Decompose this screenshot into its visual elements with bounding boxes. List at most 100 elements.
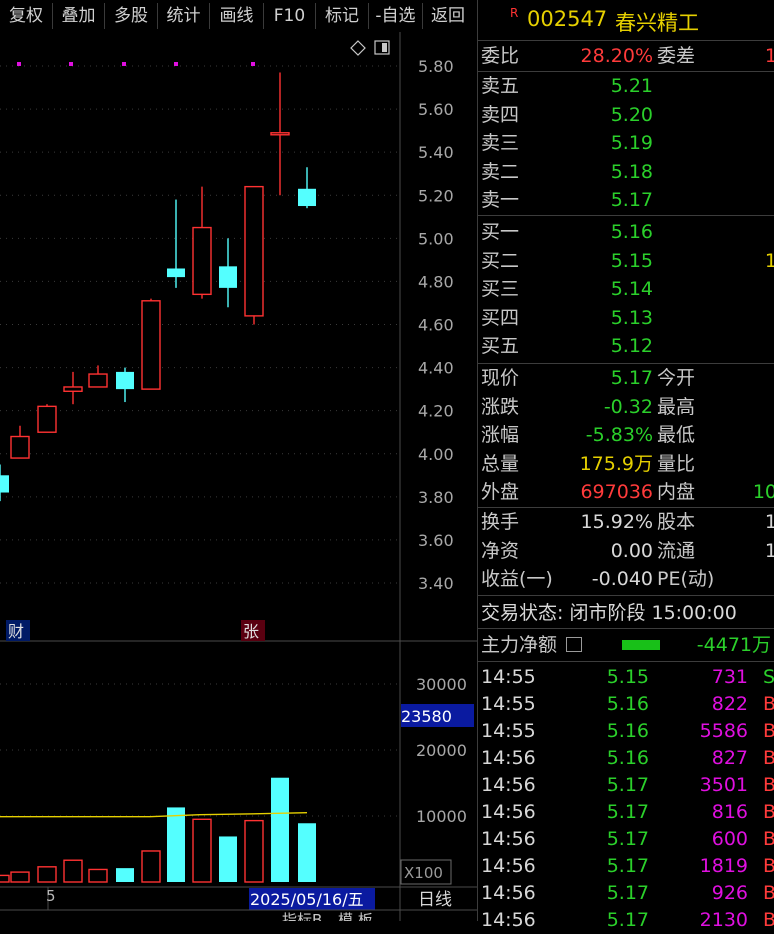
signal-dot [174, 62, 178, 66]
stat2-row: 净资 0.00 流通 1 [481, 539, 774, 562]
candle-up [63, 386, 83, 392]
price-tick-label: 5.40 [418, 143, 454, 162]
volume-tick-label: 30000 [416, 675, 467, 694]
price-tick-label: 3.40 [418, 574, 454, 593]
candle-down [167, 268, 185, 278]
tick-row: 14:56 5.16 827 B [481, 747, 774, 769]
candle-up [244, 185, 264, 317]
quote-panel: R 002547 春兴精工 委比 28.20% 委差 1 卖五 5.21 卖四 5.2… [477, 0, 774, 931]
volume-bar-up [37, 866, 57, 883]
volume-tick-label: 20000 [416, 741, 467, 760]
sell-level-5: 卖五 5.21 [481, 75, 653, 97]
stat2-row: 换手 15.92% 股本 1 [481, 511, 774, 533]
stat-row: 外盘 697036 内盘 10 [481, 481, 774, 504]
weibi-value: 28.20% [580, 45, 653, 67]
volume-bar-up [63, 859, 83, 883]
price-tick-label: 4.80 [418, 272, 454, 291]
stat-row: 涨幅 -5.83% 最低 [481, 424, 696, 447]
date-label: 2025/05/16/五 [250, 890, 364, 909]
candle-down [0, 475, 9, 493]
flow-bar [622, 640, 660, 650]
candle-up [141, 300, 161, 390]
limit-up-marker[interactable]: 张 [243, 622, 259, 641]
volume-ma-line [0, 811, 308, 818]
buy-level-3: 买三 5.14 [481, 278, 653, 301]
volume-bar-up [192, 818, 212, 883]
overlay-button[interactable]: 叠加 [53, 3, 105, 29]
stat-row: 涨跌 -0.32 最高 [481, 395, 696, 418]
finance-marker[interactable]: 财 [8, 622, 24, 641]
volume-bar-up [88, 868, 108, 883]
candle-up [270, 132, 290, 136]
period-label[interactable]: 日线 [418, 890, 452, 910]
tick-row: 14:56 5.17 1819 B [481, 855, 774, 877]
sell-level-2: 卖二 5.18 [481, 160, 653, 183]
volume-bar-up [141, 850, 161, 883]
buy-level-1: 买一 5.16 [481, 221, 653, 243]
fuquan-button[interactable]: 复权 [0, 3, 53, 29]
price-tick-label: 4.40 [418, 359, 454, 378]
candle-up [192, 226, 212, 296]
stats-button[interactable]: 统计 [158, 3, 210, 29]
volume-bar-down [298, 823, 316, 882]
weicha-value: 1 [764, 45, 774, 67]
price-tick-label: 5.60 [418, 100, 454, 119]
f10-button[interactable]: F10 [264, 3, 316, 29]
price-tick-label: 5.20 [418, 186, 454, 205]
indicator-tab[interactable]: 指标B [282, 911, 322, 929]
multi-stock-button[interactable]: 多股 [105, 3, 158, 29]
list-icon[interactable] [566, 637, 583, 652]
sell-level-1: 卖一 5.17 [481, 189, 653, 212]
volume-bar-up [0, 874, 10, 883]
price-tick-label: 3.80 [418, 488, 454, 507]
volume-bar-up [10, 871, 30, 883]
tick-row: 14:55 5.16 822 B [481, 693, 774, 715]
price-tick-label: 3.60 [418, 531, 454, 550]
stat2-row: 收益(一) -0.040 PE(动) [481, 568, 715, 591]
mark-button[interactable]: 标记 [316, 3, 369, 29]
price-tick-label: 4.60 [418, 316, 454, 335]
volume-bar-down [219, 836, 237, 882]
buy-level-5: 买五 5.12 [481, 335, 653, 358]
volume-tick-label: 10000 [416, 807, 467, 826]
price-tick-label: 5.80 [418, 57, 454, 76]
tick-row: 14:55 5.16 5586 B [481, 720, 774, 742]
stock-name: 春兴精工 [615, 11, 699, 35]
volume-bar-down [271, 777, 289, 882]
template-tab[interactable]: 模 板 [338, 911, 373, 929]
signal-dot [122, 62, 126, 66]
main-flow-value: -4471万 [696, 634, 771, 656]
r-mark: R [510, 6, 519, 20]
stat-row: 现价 5.17 今开 [481, 367, 696, 389]
stat-row: 总量 175.9万 量比 [481, 452, 696, 475]
volume-highlight-value: 23580 [401, 707, 452, 726]
signal-dot [69, 62, 73, 66]
tick-row: 14:56 5.17 2130 B [481, 909, 774, 931]
sell-level-4: 卖四 5.20 [481, 103, 653, 126]
chart-toolbar: 复权 叠加 多股 统计 画线 F10 标记 -自选 返回 [0, 0, 477, 32]
kline-chart-area: 5.80 5.60 5.40 5.20 5.00 4.80 4.60 4.40 4.20 4.00… [0, 32, 477, 929]
volume-bar-up [244, 819, 264, 883]
self-select-button[interactable]: -自选 [369, 3, 423, 29]
tick-row: 14:56 5.17 816 B [481, 801, 774, 823]
candle-up [37, 405, 57, 433]
diamond-icon[interactable] [350, 40, 366, 56]
volume-unit-label: X100 [404, 864, 443, 882]
signal-dot [17, 62, 21, 66]
price-tick-label: 4.20 [418, 402, 454, 421]
draw-line-button[interactable]: 画线 [210, 3, 264, 29]
panel-toggle-icon[interactable] [374, 40, 390, 55]
price-tick-label: 4.00 [418, 445, 454, 464]
candle-up [88, 373, 108, 388]
tick-row: 14:56 5.17 600 B [481, 828, 774, 850]
buy-level-4: 买四 5.13 [481, 306, 653, 329]
volume-bar-down [167, 807, 185, 882]
main-flow-row: 主力净额 -4471万 [481, 631, 774, 659]
candle-up [10, 435, 30, 459]
tick-row: 14:55 5.15 731 S [481, 666, 774, 688]
back-button[interactable]: 返回 [423, 3, 473, 29]
month-label: 5 [46, 887, 56, 905]
tick-row: 14:56 5.17 926 B [481, 882, 774, 904]
kline-chart[interactable]: 5.80 5.60 5.40 5.20 5.00 4.80 4.60 4.40 4.20 4.00… [0, 32, 477, 929]
buy-level-2: 买二 5.15 1 [481, 249, 774, 272]
